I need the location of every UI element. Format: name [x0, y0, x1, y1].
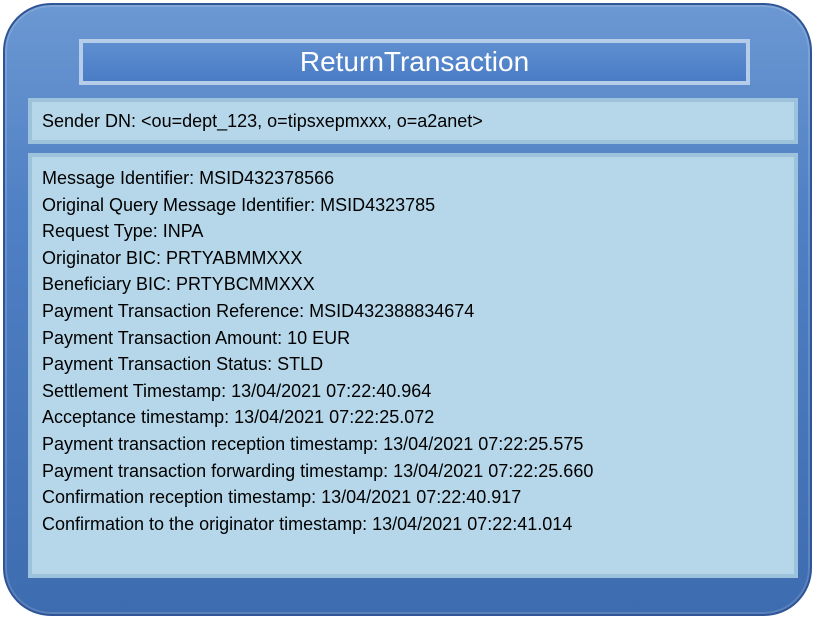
detail-request-type: Request Type: INPA — [42, 221, 204, 242]
title-text: ReturnTransaction — [299, 46, 530, 77]
detail-originator-bic: Originator BIC: PRTYABMMXXX — [42, 247, 303, 268]
sender-dn-box: Sender DN: <ou=dept_123, o=tipsxepmxxx, … — [28, 98, 798, 144]
detail-confirmation-originator-timestamp: Confirmation to the originator timestamp… — [42, 513, 573, 534]
detail-confirmation-reception-timestamp: Confirmation reception timestamp: 13/04/… — [42, 487, 522, 508]
detail-message-identifier: Message Identifier: MSID432378566 — [42, 168, 335, 188]
sender-dn-text: Sender DN: <ou=dept_123, o=tipsxepmxxx, … — [42, 111, 483, 131]
detail-payment-transaction-status: Payment Transaction Status: STLD — [42, 354, 324, 375]
title-box: ReturnTransaction — [79, 39, 750, 85]
detail-original-query-message-identifier: Original Query Message Identifier: MSID4… — [42, 194, 436, 215]
transaction-details-list: Message Identifier: MSID432378566 Origin… — [42, 165, 794, 537]
detail-forwarding-timestamp: Payment transaction forwarding timestamp… — [42, 460, 594, 481]
transaction-details-box: Message Identifier: MSID432378566 Origin… — [28, 153, 798, 578]
detail-acceptance-timestamp: Acceptance timestamp: 13/04/2021 07:22:2… — [42, 407, 435, 428]
detail-reception-timestamp: Payment transaction reception timestamp:… — [42, 433, 584, 454]
return-transaction-container: ReturnTransaction Sender DN: <ou=dept_12… — [3, 3, 812, 616]
detail-payment-transaction-amount: Payment Transaction Amount: 10 EUR — [42, 327, 351, 348]
detail-beneficiary-bic: Beneficiary BIC: PRTYBCMMXXX — [42, 274, 315, 295]
detail-payment-transaction-reference: Payment Transaction Reference: MSID43238… — [42, 300, 475, 321]
detail-settlement-timestamp: Settlement Timestamp: 13/04/2021 07:22:4… — [42, 380, 432, 401]
